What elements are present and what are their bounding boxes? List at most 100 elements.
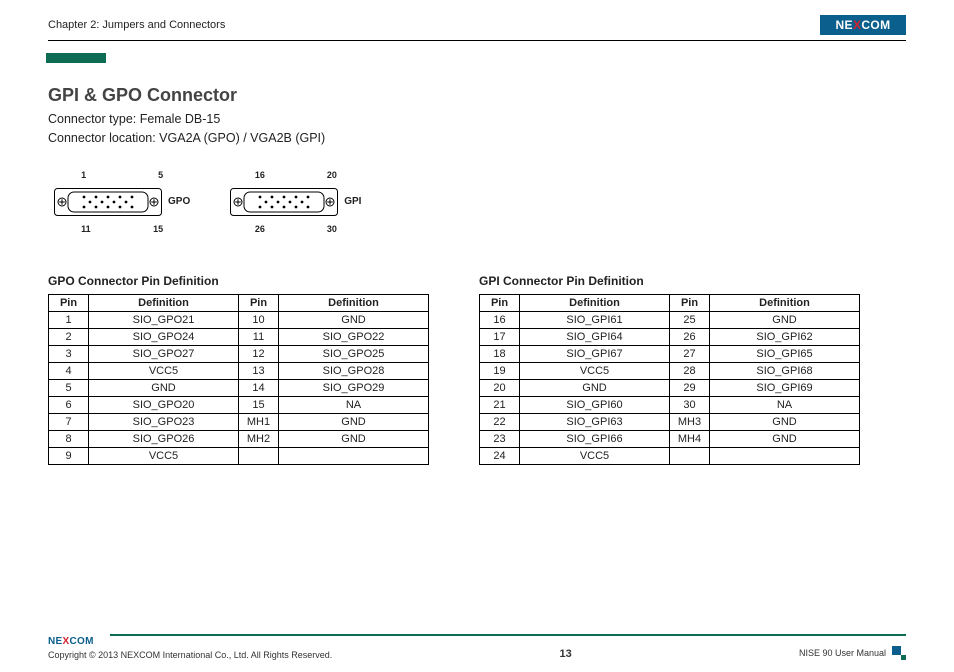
- pin-label: 5: [158, 170, 163, 180]
- cell-def: SIO_GPI62: [710, 328, 860, 345]
- pin-tables: GPO Connector Pin Definition Pin Definit…: [48, 274, 906, 465]
- cell-pin: 4: [49, 362, 89, 379]
- cell-pin: 2: [49, 328, 89, 345]
- col-def: Definition: [710, 294, 860, 311]
- cell-def: SIO_GPO22: [279, 328, 429, 345]
- table-row: 2SIO_GPO2411SIO_GPO22: [49, 328, 429, 345]
- table-row: 4VCC513SIO_GPO28: [49, 362, 429, 379]
- corner-mark-icon: [892, 646, 906, 660]
- table-row: 24VCC5: [480, 447, 860, 464]
- footer-right: NISE 90 User Manual: [799, 646, 906, 660]
- cell-def: VCC5: [89, 447, 239, 464]
- cell-def: SIO_GPI60: [520, 396, 670, 413]
- cell-pin: 16: [480, 311, 520, 328]
- brand-logo: NEXCOM: [820, 15, 906, 35]
- header-rule: [48, 40, 906, 41]
- cell-pin: 21: [480, 396, 520, 413]
- cell-pin: 7: [49, 413, 89, 430]
- cell-def: SIO_GPI65: [710, 345, 860, 362]
- table-row: 9VCC5: [49, 447, 429, 464]
- cell-def: SIO_GPO27: [89, 345, 239, 362]
- cell-pin: MH1: [239, 413, 279, 430]
- cell-def: SIO_GPO23: [89, 413, 239, 430]
- pin-label: 15: [153, 224, 163, 234]
- footer-logo: NEXCOM: [48, 634, 110, 648]
- cell-def: SIO_GPI66: [520, 430, 670, 447]
- pin-label: 11: [81, 224, 91, 234]
- cell-def: GND: [279, 311, 429, 328]
- table-header-row: Pin Definition Pin Definition: [480, 294, 860, 311]
- gpo-bottom-pins: 11 15: [81, 224, 163, 234]
- manual-name: NISE 90 User Manual: [799, 648, 886, 658]
- db15-icon: [54, 182, 162, 222]
- connector-diagrams: 1 5: [54, 170, 906, 234]
- cell-def: SIO_GPO21: [89, 311, 239, 328]
- table-row: 8SIO_GPO26MH2GND: [49, 430, 429, 447]
- gpo-pin-table: Pin Definition Pin Definition 1SIO_GPO21…: [48, 294, 429, 465]
- cell-def: GND: [279, 430, 429, 447]
- cell-pin: 22: [480, 413, 520, 430]
- cell-pin: 8: [49, 430, 89, 447]
- cell-def: SIO_GPI64: [520, 328, 670, 345]
- chapter-title: Chapter 2: Jumpers and Connectors: [48, 19, 225, 31]
- logo-text-post: COM: [861, 18, 890, 32]
- cell-def: SIO_GPI69: [710, 379, 860, 396]
- gpo-top-pins: 1 5: [81, 170, 163, 180]
- cell-def: [279, 447, 429, 464]
- cell-def: GND: [89, 379, 239, 396]
- cell-pin: 9: [49, 447, 89, 464]
- cell-pin: 3: [49, 345, 89, 362]
- page-number: 13: [559, 648, 571, 660]
- pin-label: 1: [81, 170, 86, 180]
- cell-pin: 10: [239, 311, 279, 328]
- cell-pin: MH4: [670, 430, 710, 447]
- cell-def: VCC5: [89, 362, 239, 379]
- cell-def: SIO_GPO25: [279, 345, 429, 362]
- logo-text-pre: NE: [835, 18, 852, 32]
- cell-def: GND: [710, 311, 860, 328]
- cell-pin: 12: [239, 345, 279, 362]
- cell-def: NA: [279, 396, 429, 413]
- cell-pin: 6: [49, 396, 89, 413]
- pin-label: 16: [255, 170, 265, 180]
- cell-def: SIO_GPO26: [89, 430, 239, 447]
- gpo-table-block: GPO Connector Pin Definition Pin Definit…: [48, 274, 429, 465]
- table-row: 23SIO_GPI66MH4GND: [480, 430, 860, 447]
- pin-label: 30: [327, 224, 337, 234]
- cell-def: SIO_GPO24: [89, 328, 239, 345]
- cell-def: GND: [710, 430, 860, 447]
- cell-pin: 11: [239, 328, 279, 345]
- gpi-pin-table: Pin Definition Pin Definition 16SIO_GPI6…: [479, 294, 860, 465]
- col-pin: Pin: [670, 294, 710, 311]
- col-pin: Pin: [480, 294, 520, 311]
- gpo-table-title: GPO Connector Pin Definition: [48, 274, 429, 288]
- col-def: Definition: [520, 294, 670, 311]
- table-row: 18SIO_GPI6727SIO_GPI65: [480, 345, 860, 362]
- cell-pin: 1: [49, 311, 89, 328]
- cell-pin: 13: [239, 362, 279, 379]
- gpo-connector-diagram: 1 5: [54, 170, 190, 234]
- cell-def: SIO_GPI68: [710, 362, 860, 379]
- table-row: 6SIO_GPO2015NA: [49, 396, 429, 413]
- gpi-top-pins: 16 20: [255, 170, 337, 180]
- cell-def: VCC5: [520, 447, 670, 464]
- logo-text-x: X: [63, 636, 70, 647]
- gpi-bottom-pins: 26 30: [255, 224, 337, 234]
- cell-pin: 20: [480, 379, 520, 396]
- logo-text-post: COM: [69, 636, 93, 647]
- table-row: 3SIO_GPO2712SIO_GPO25: [49, 345, 429, 362]
- cell-def: SIO_GPO20: [89, 396, 239, 413]
- cell-pin: 25: [670, 311, 710, 328]
- cell-pin: 30: [670, 396, 710, 413]
- cell-def: GND: [520, 379, 670, 396]
- cell-pin: 26: [670, 328, 710, 345]
- document-page: Chapter 2: Jumpers and Connectors NEXCOM…: [0, 0, 954, 672]
- cell-pin: 15: [239, 396, 279, 413]
- cell-pin: MH3: [670, 413, 710, 430]
- page-footer: NEXCOM Copyright © 2013 NEXCOM Internati…: [48, 634, 906, 660]
- table-row: 16SIO_GPI6125GND: [480, 311, 860, 328]
- logo-text-x: X: [853, 18, 861, 32]
- cell-def: SIO_GPO28: [279, 362, 429, 379]
- cell-pin: 27: [670, 345, 710, 362]
- cell-pin: 23: [480, 430, 520, 447]
